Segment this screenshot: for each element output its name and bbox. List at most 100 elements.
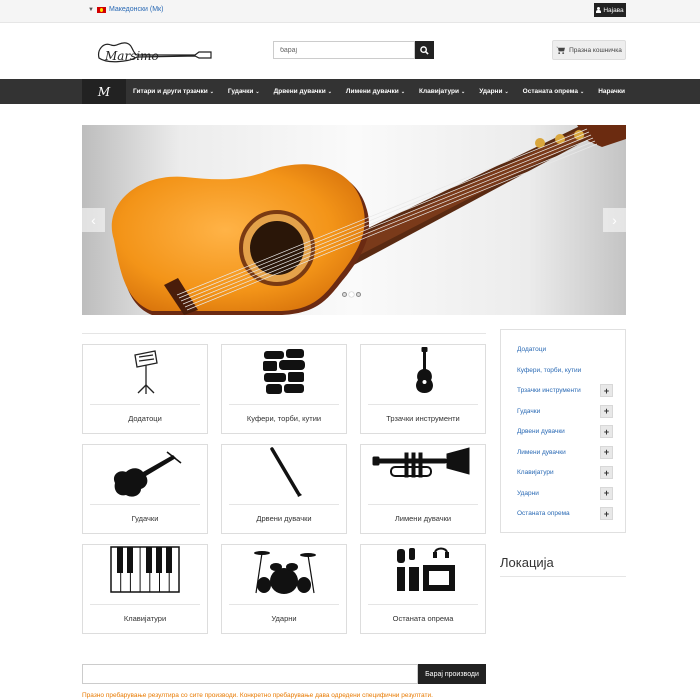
slider-next-button[interactable]: ›	[603, 208, 626, 232]
category-card[interactable]: Куфери, торби, кутии	[221, 344, 347, 434]
header-search	[273, 41, 434, 59]
nav-item[interactable]: Гудачки ⌄	[221, 79, 267, 104]
sidebar-category-link[interactable]: Лимени дувачки	[517, 449, 566, 456]
sidebar-category-link[interactable]: Трзачки инструменти	[517, 387, 581, 394]
card-divider	[229, 504, 339, 505]
violin-icon	[113, 451, 182, 497]
nav-item[interactable]: Ударни ⌄	[472, 79, 515, 104]
guitar-slide-image	[111, 125, 626, 315]
category-card-label: Гудачки	[131, 514, 159, 523]
expand-plus-icon[interactable]: +	[600, 384, 613, 397]
search-icon	[420, 45, 429, 55]
expand-plus-icon[interactable]: +	[600, 466, 613, 479]
language-selector[interactable]: ▼ Македонски (Mк)	[88, 6, 163, 13]
chevron-down-icon: ⌄	[255, 88, 260, 95]
nav-item-label: Лимени дувачки	[345, 88, 399, 95]
expand-plus-icon[interactable]: +	[600, 486, 613, 500]
sidebar-category-link[interactable]: Гудачки	[517, 408, 540, 415]
login-button[interactable]: Најава	[594, 3, 626, 17]
chevron-down-icon: ⌄	[580, 88, 585, 95]
chevron-left-icon: ‹	[91, 212, 96, 228]
nav-item-label: Нарачки	[598, 88, 625, 95]
search-hint: Празно пребарување резултира со сите про…	[82, 692, 433, 699]
top-bar: ▼ Македонски (Mк) Најава	[0, 0, 700, 23]
main-navigation: M Гитари и други трзачки ⌄ Гудачки ⌄ Дрвени …	[0, 79, 700, 104]
slider-dot[interactable]	[342, 292, 347, 297]
audio-equipment-icon	[397, 547, 455, 591]
location-divider	[500, 576, 626, 577]
cart-label: Празна кошничка	[569, 46, 622, 54]
nav-item[interactable]: Останата опрема ⌄	[516, 79, 592, 104]
category-card-label: Ударни	[271, 614, 297, 623]
chevron-down-icon: ⌄	[209, 88, 214, 95]
card-divider	[368, 504, 478, 505]
login-label: Најава	[603, 6, 624, 14]
nav-item-label: Гитари и други трзачки	[133, 88, 208, 95]
slider-prev-button[interactable]: ‹	[82, 208, 105, 232]
category-card[interactable]: Ударни	[221, 544, 347, 634]
cart-icon	[556, 46, 566, 54]
product-search-button[interactable]: Барај производи	[418, 664, 486, 684]
chevron-down-icon: ⌄	[504, 88, 509, 95]
sidebar-category-link[interactable]: Куфери, торби, кутии	[517, 367, 581, 374]
nav-item[interactable]: Лимени дувачки ⌄	[339, 79, 412, 104]
divider	[82, 333, 486, 334]
slider-dot[interactable]	[349, 292, 354, 297]
nav-item[interactable]: Дрвени дувачки ⌄	[267, 79, 339, 104]
music-stand-icon	[134, 350, 158, 394]
nav-item-label: Клавијатури	[419, 88, 459, 95]
site-logo[interactable]: Marsimo	[95, 36, 213, 66]
nav-item-label: Дрвени дувачки	[273, 88, 326, 95]
category-card-label: Куфери, торби, кутии	[246, 414, 322, 423]
search-input[interactable]	[273, 41, 415, 59]
expand-plus-icon[interactable]: +	[600, 507, 613, 520]
expand-plus-icon[interactable]: +	[600, 404, 613, 418]
nav-item[interactable]: Клавијатури ⌄	[412, 79, 472, 104]
trumpet-icon	[372, 447, 470, 478]
cases-icon	[263, 349, 305, 394]
category-card[interactable]: Останата опрема	[360, 544, 486, 634]
sidebar-category-link[interactable]: Ударни	[517, 490, 539, 497]
logo-text: Marsimo	[104, 49, 159, 63]
sidebar-category-link[interactable]: Останата опрема	[517, 510, 570, 517]
nav-item[interactable]: Гитари и други трзачки ⌄	[126, 79, 221, 104]
language-label: Македонски (Mк)	[108, 6, 164, 13]
nav-home-logo[interactable]: M	[82, 79, 126, 104]
category-card[interactable]: Додатоци	[82, 344, 208, 434]
search-button[interactable]	[415, 41, 434, 59]
macedonian-flag-icon	[96, 6, 106, 13]
sidebar-category-link[interactable]: Дрвени дувачки	[517, 428, 565, 435]
cart-button[interactable]: Празна кошничка	[552, 40, 626, 60]
category-card-label: Останата опрема	[392, 614, 454, 623]
category-card[interactable]: Дрвени дувачки	[221, 444, 347, 534]
nav-item[interactable]: Нарачки	[591, 79, 632, 104]
user-icon	[596, 7, 602, 13]
guitar-outline-logo-icon: Marsimo	[98, 42, 212, 63]
clarinet-icon	[270, 447, 302, 497]
chevron-right-icon: ›	[612, 212, 617, 228]
category-card[interactable]: Гудачки	[82, 444, 208, 534]
category-card-label: Трзачки инструменти	[386, 414, 460, 423]
drum-kit-icon	[254, 551, 316, 594]
expand-plus-icon[interactable]: +	[600, 425, 613, 438]
chevron-down-icon: ⌄	[327, 88, 332, 95]
product-search-input[interactable]	[82, 664, 418, 684]
sidebar-category-link[interactable]: Додатоци	[517, 346, 546, 353]
category-card[interactable]: Лимени дувачки	[360, 444, 486, 534]
expand-plus-icon[interactable]: +	[600, 445, 613, 459]
card-divider	[90, 504, 200, 505]
card-divider	[90, 604, 200, 605]
nav-logo-text: M	[97, 84, 111, 99]
category-card[interactable]: Трзачки инструменти	[360, 344, 486, 434]
card-divider	[229, 604, 339, 605]
slider-dot[interactable]	[356, 292, 361, 297]
card-divider	[368, 404, 478, 405]
location-title: Локација	[500, 555, 554, 570]
card-divider	[90, 404, 200, 405]
card-divider	[368, 604, 478, 605]
category-card[interactable]: Клавијатури	[82, 544, 208, 634]
category-card-label: Додатоци	[128, 414, 162, 423]
hero-slider: ‹ ›	[82, 125, 626, 315]
slider-dots	[342, 292, 361, 297]
sidebar-category-link[interactable]: Клавијатури	[517, 469, 554, 476]
